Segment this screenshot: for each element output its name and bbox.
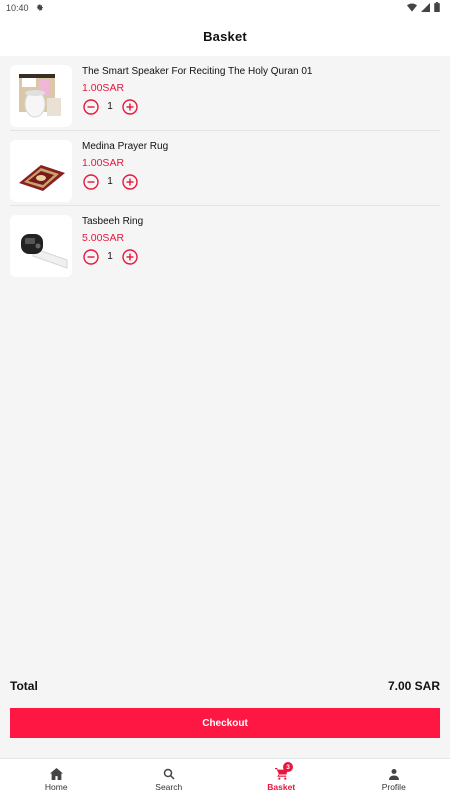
plus-circle-icon [121, 173, 138, 190]
gear-icon [35, 3, 44, 14]
bottom-navigation: Home Search 3 Basket Profile [0, 758, 450, 800]
nav-label-home: Home [44, 781, 68, 792]
minus-circle-icon [82, 98, 99, 115]
quantity-value: 1 [107, 251, 113, 262]
wifi-icon [407, 3, 417, 14]
plus-circle-icon [121, 98, 138, 115]
status-right [407, 2, 440, 14]
quantity-value: 1 [107, 101, 113, 112]
quantity-stepper: 1 [82, 248, 138, 265]
total-row: Total 7.00 SAR [10, 676, 440, 696]
quantity-value: 1 [107, 176, 113, 187]
checkout-button[interactable]: Checkout [10, 708, 440, 738]
item-name: Tasbeeh Ring [82, 216, 144, 227]
battery-icon [434, 2, 440, 14]
increase-quantity-button[interactable] [121, 98, 138, 115]
status-bar: 10:40 [0, 0, 450, 16]
nav-item-search[interactable]: Search [113, 759, 226, 800]
minus-circle-icon [82, 248, 99, 265]
item-price: 1.00SAR [82, 82, 125, 94]
basket-item[interactable]: The Smart Speaker For Reciting The Holy … [10, 56, 440, 131]
item-name: Medina Prayer Rug [82, 141, 169, 152]
decrease-quantity-button[interactable] [82, 248, 99, 265]
item-name: The Smart Speaker For Reciting The Holy … [82, 66, 313, 77]
quantity-stepper: 1 [82, 173, 138, 190]
page-title: Basket [203, 28, 247, 44]
prayer-rug-product-image [10, 140, 72, 202]
plus-circle-icon [121, 248, 138, 265]
basket-item[interactable]: Tasbeeh Ring 5.00SAR 1 [10, 206, 440, 281]
increase-quantity-button[interactable] [121, 248, 138, 265]
nav-label-profile: Profile [381, 781, 406, 792]
item-price: 5.00SAR [82, 232, 125, 244]
quantity-stepper: 1 [82, 98, 138, 115]
total-value: 7.00 SAR [387, 679, 440, 693]
nav-item-home[interactable]: Home [0, 759, 113, 800]
quran-speaker-product-image [10, 65, 72, 127]
nav-label-search: Search [155, 781, 183, 792]
tasbeeh-ring-product-image [10, 215, 72, 277]
status-time: 10:40 [6, 3, 29, 13]
app-header: Basket [0, 16, 450, 56]
home-icon [49, 767, 63, 780]
basket-item-list: The Smart Speaker For Reciting The Holy … [0, 56, 450, 281]
nav-item-basket[interactable]: 3 Basket [225, 759, 338, 800]
signal-icon [421, 2, 430, 14]
total-label: Total [10, 679, 38, 693]
nav-item-profile[interactable]: Profile [338, 759, 450, 800]
status-left: 10:40 [6, 3, 44, 14]
nav-label-basket: Basket [267, 781, 296, 792]
increase-quantity-button[interactable] [121, 173, 138, 190]
cart-count-badge: 3 [283, 762, 293, 772]
decrease-quantity-button[interactable] [82, 173, 99, 190]
minus-circle-icon [82, 173, 99, 190]
basket-item[interactable]: Medina Prayer Rug 1.00SAR 1 [10, 131, 440, 206]
search-icon [163, 768, 175, 780]
item-price: 1.00SAR [82, 157, 125, 169]
decrease-quantity-button[interactable] [82, 98, 99, 115]
person-icon [388, 768, 399, 780]
